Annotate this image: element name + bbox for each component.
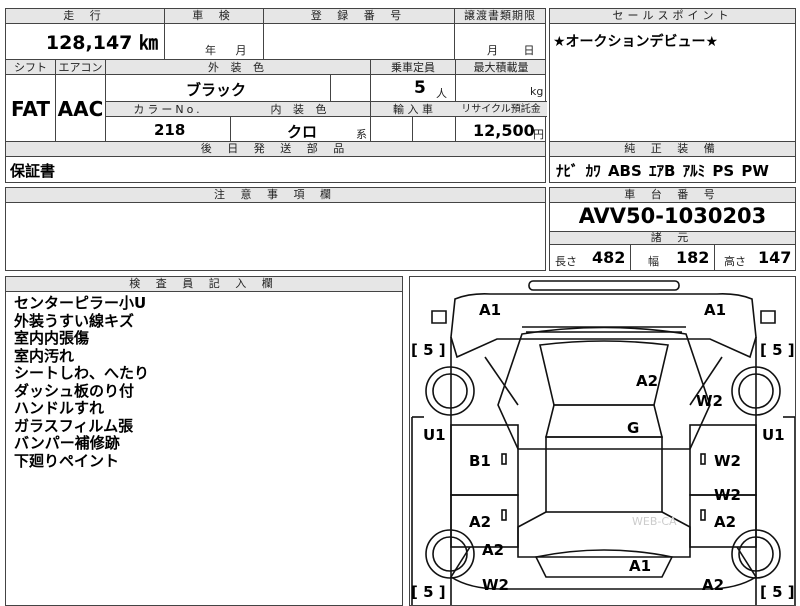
inspector-note: 室内内張傷 <box>14 329 90 347</box>
specs-box: シフト エアコン 外 装 色 乗車定員 最大積載量 カラーNo. 内 装 色 輸… <box>5 59 547 142</box>
sales-point-label: セールスポイント <box>550 9 795 24</box>
exterior-color-value: ブラック <box>186 81 247 99</box>
transfer-deadline-box: 譲渡書類期限 月 日 <box>454 8 546 60</box>
damage-mark: W2 <box>714 452 741 470</box>
recycle-label: リサイクル預託金 <box>461 104 541 115</box>
width-label: 幅 <box>648 255 659 268</box>
width-value: 182 <box>676 248 710 267</box>
damage-mark: A2 <box>714 513 737 531</box>
damage-mark: A2 <box>482 541 505 559</box>
mileage-label: 走 行 <box>6 9 164 24</box>
damage-mark: [ 5 ] <box>760 583 795 601</box>
sales-point-text: ★オークションデビュー★ <box>553 34 719 50</box>
caution-box: 注 意 事 項 欄 <box>5 187 546 271</box>
chassis-box: 車 台 番 号 AVV50-1030203 諸 元 長さ 482 幅 182 高… <box>549 187 796 271</box>
height-label: 高さ <box>724 255 746 268</box>
damage-mark: W2 <box>714 486 741 504</box>
sales-point-box: セールスポイント ★オークションデビュー★ <box>549 8 796 142</box>
damage-mark: A1 <box>479 301 502 319</box>
height-value: 147 <box>758 248 792 267</box>
ac-label: エアコン <box>58 61 103 74</box>
watermark: WEB-CA <box>632 515 677 528</box>
damage-diagram: A1 A1 [ 5 ] [ 5 ] A2 W2 U1 G U1 B1 W2 W2… <box>409 276 796 606</box>
inspector-notes: センターピラー小U 外装うすい線キズ 室内内張傷 室内汚れ シートしわ、へたり … <box>14 294 150 470</box>
parts-box: 後 日 発 送 部 品 保証書 <box>5 141 546 183</box>
capacity-label: 乗車定員 <box>391 61 435 74</box>
interior-color-label: 内 装 色 <box>270 103 331 116</box>
damage-mark: A1 <box>704 301 727 319</box>
caution-label: 注 意 事 項 欄 <box>6 188 545 203</box>
damage-mark: G <box>627 419 640 437</box>
capacity-unit: 人 <box>436 87 447 100</box>
interior-color-suffix: 系 <box>356 128 367 141</box>
parts-label: 後 日 発 送 部 品 <box>6 142 545 157</box>
equipment-label: 純 正 装 備 <box>550 142 795 157</box>
damage-mark: [ 5 ] <box>411 583 446 601</box>
recycle-value: 12,500 <box>473 121 535 140</box>
damage-mark: A1 <box>629 557 652 575</box>
damage-mark: U1 <box>762 426 785 444</box>
damage-mark: W2 <box>696 392 723 410</box>
equipment-value: ﾅﾋﾞ ｶﾜ ABS ｴｱB ｱﾙﾐ PS PW <box>556 162 769 180</box>
inspection-label: 車 検 <box>165 9 263 24</box>
inspector-note: 下廻りペイント <box>14 451 120 470</box>
equipment-box: 純 正 装 備 ﾅﾋﾞ ｶﾜ ABS ｴｱB ｱﾙﾐ PS PW <box>549 141 796 183</box>
recycle-unit: 円 <box>533 128 544 141</box>
registration-label: 登 録 番 号 <box>264 9 454 24</box>
ac-value: AAC <box>57 97 104 121</box>
inspector-note: ハンドルすれ <box>14 399 105 417</box>
inspection-value: 年 月 <box>205 44 247 57</box>
damage-mark: [ 5 ] <box>411 341 446 359</box>
chassis-value: AVV50-1030203 <box>578 204 767 228</box>
transfer-deadline-label: 譲渡書類期限 <box>455 9 545 24</box>
length-label: 長さ <box>555 255 577 268</box>
import-label: 輸 入 車 <box>393 103 433 116</box>
damage-mark: U1 <box>423 426 446 444</box>
car-outline-diagram <box>411 280 795 605</box>
inspector-note: 室内汚れ <box>14 346 75 365</box>
max-load-label: 最大積載量 <box>473 61 529 74</box>
color-no-label: カラーNo. <box>133 103 203 116</box>
damage-mark: W2 <box>482 576 509 594</box>
exterior-color-label: 外 装 色 <box>208 61 268 74</box>
damage-mark: A2 <box>702 576 725 594</box>
max-load-unit: kg <box>530 85 544 98</box>
registration-box: 登 録 番 号 <box>263 8 455 60</box>
capacity-value: 5 <box>414 78 426 98</box>
mileage-value: 128,147 ㎞ <box>45 32 158 54</box>
damage-mark: B1 <box>469 452 491 470</box>
inspector-note: シートしわ、へたり <box>14 364 150 382</box>
damage-mark: A2 <box>636 372 659 390</box>
inspector-note: センターピラー小U <box>14 294 147 312</box>
inspector-note: 外装うすい線キズ <box>14 311 135 330</box>
damage-mark: A2 <box>469 513 492 531</box>
inspection-box: 車 検 年 月 <box>164 8 264 60</box>
specs-label: 諸 元 <box>550 231 795 245</box>
inspector-label: 検 査 員 記 入 欄 <box>6 277 402 292</box>
damage-mark: [ 5 ] <box>760 341 795 359</box>
length-value: 482 <box>592 248 626 267</box>
color-no-value: 218 <box>154 121 186 139</box>
mileage-box: 走 行 128,147 ㎞ <box>5 8 165 60</box>
parts-value: 保証書 <box>10 162 56 180</box>
inspector-box: 検 査 員 記 入 欄 センターピラー小U 外装うすい線キズ 室内内張傷 室内汚… <box>5 276 403 606</box>
inspector-note: ガラスフィルム張 <box>14 416 134 435</box>
inspector-note: バンパー補修跡 <box>14 434 120 452</box>
chassis-label: 車 台 番 号 <box>550 188 795 203</box>
interior-color-value: クロ <box>287 123 318 141</box>
shift-value: FAT <box>11 97 50 121</box>
transfer-deadline-value: 月 日 <box>487 44 535 57</box>
inspector-note: ダッシュ板のり付 <box>14 381 135 400</box>
shift-label: シフト <box>14 61 47 74</box>
